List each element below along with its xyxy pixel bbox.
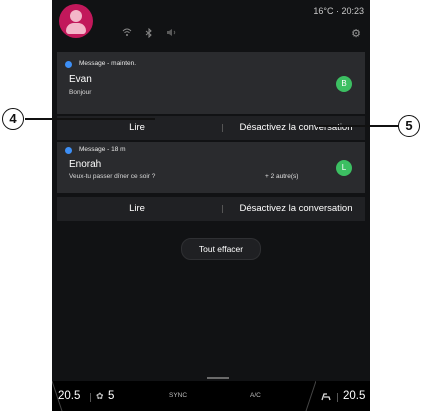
callout-marker: 4 — [2, 108, 24, 130]
bar-divider — [90, 393, 91, 402]
sender-name: Evan — [69, 74, 92, 85]
mute-conversation-button[interactable]: Désactivez la conversation — [227, 197, 365, 221]
temp-time-status: 16°C · 20:23 — [313, 6, 364, 16]
contact-avatar: L — [336, 160, 352, 176]
seat-heat-icon[interactable] — [320, 381, 332, 411]
callout-marker: 5 — [398, 115, 420, 137]
ac-button[interactable]: A/C — [250, 381, 261, 411]
sync-button[interactable]: SYNC — [169, 381, 187, 411]
wifi-icon — [122, 28, 132, 39]
fan-level[interactable]: 5 — [108, 381, 114, 411]
contact-avatar: B — [336, 76, 352, 92]
message-bubble-icon — [65, 61, 72, 68]
profile-head-icon — [70, 10, 82, 22]
gear-icon[interactable]: ⚙ — [351, 27, 361, 40]
message-bubble-icon — [65, 147, 72, 154]
notification-card[interactable]: Message - mainten. Evan Bonjour B — [57, 52, 365, 114]
infotainment-screen: 16°C · 20:23 ⚙ Message - mainten. Evan B… — [52, 0, 370, 411]
message-preview: Veux-tu passer dîner ce soir ? — [69, 173, 156, 180]
right-temp-value[interactable]: 20.5 — [343, 381, 365, 411]
climate-bar: 20.5 ✿ 5 SYNC A/C 20.5 — [52, 381, 370, 411]
drag-handle[interactable] — [207, 377, 229, 379]
action-divider — [222, 124, 223, 132]
callout-leader-line — [316, 125, 399, 127]
notification-actions: Lire Désactivez la conversation — [57, 197, 365, 221]
mute-conversation-button[interactable]: Désactivez la conversation — [227, 116, 365, 140]
more-messages-count: + 2 autre(s) — [265, 173, 299, 180]
read-button[interactable]: Lire — [57, 116, 217, 140]
bar-divider — [337, 393, 338, 402]
volume-icon — [166, 28, 178, 39]
read-button[interactable]: Lire — [57, 197, 217, 221]
profile-avatar[interactable] — [59, 4, 93, 38]
fan-icon: ✿ — [96, 391, 104, 401]
notification-actions: Lire Désactivez la conversation — [57, 116, 365, 140]
sender-name: Enorah — [69, 159, 102, 170]
right-notch-decor — [305, 381, 316, 411]
notification-card[interactable]: Message - 18 m Enorah Veux-tu passer dîn… — [57, 142, 365, 193]
clear-all-button[interactable]: Tout effacer — [181, 238, 261, 260]
notification-meta: Message - mainten. — [79, 60, 137, 67]
notification-meta: Message - 18 m — [79, 146, 126, 153]
callout-leader-line — [25, 118, 155, 120]
action-divider — [222, 205, 223, 213]
left-temp-value[interactable]: 20.5 — [58, 381, 80, 411]
message-preview: Bonjour — [69, 89, 92, 96]
profile-body-icon — [66, 23, 86, 34]
bluetooth-icon — [145, 27, 153, 40]
